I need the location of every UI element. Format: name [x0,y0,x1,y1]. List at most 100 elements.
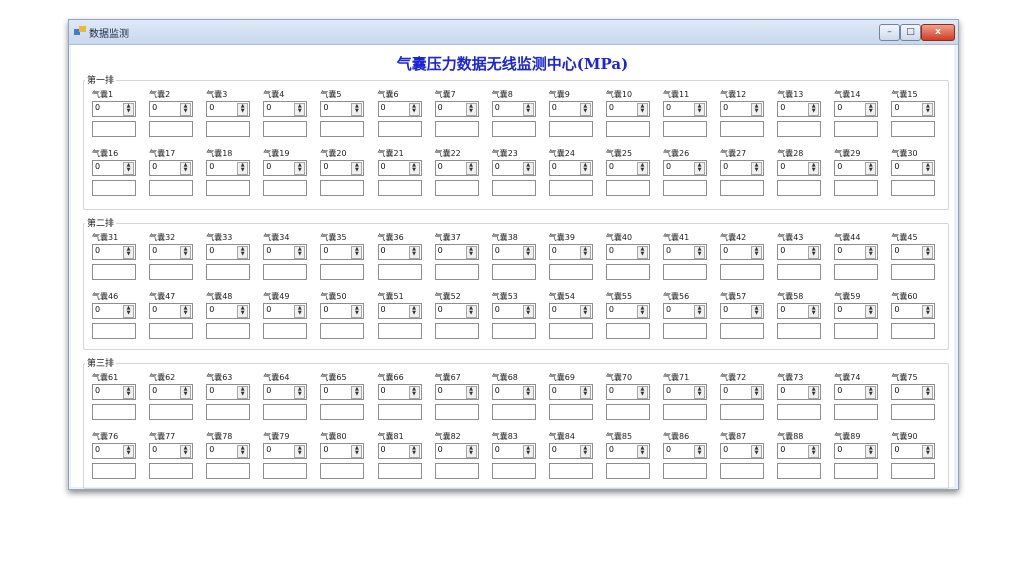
airbag-output-field[interactable] [149,323,194,339]
minimize-button[interactable]: – [879,24,900,41]
airbag-output-field[interactable] [149,121,194,137]
airbag-output-field[interactable] [491,180,536,196]
up-down-arrows-icon[interactable]: ▲ ▼ [294,162,306,175]
airbag-output-field[interactable] [834,121,879,137]
stepper-value[interactable]: 0 [495,305,500,314]
up-down-arrows-icon[interactable]: ▲ ▼ [408,246,420,259]
airbag-numeric-stepper[interactable]: 0 ▲ ▼ [548,443,593,459]
airbag-output-field[interactable] [834,180,879,196]
up-down-arrows-icon[interactable]: ▲ ▼ [579,162,591,175]
airbag-numeric-stepper[interactable]: 0 ▲ ▼ [149,303,194,319]
stepper-value[interactable]: 0 [381,103,386,112]
airbag-output-field[interactable] [434,404,479,420]
up-down-arrows-icon[interactable]: ▲ ▼ [522,386,534,399]
up-down-arrows-icon[interactable]: ▲ ▼ [180,246,192,259]
airbag-numeric-stepper[interactable]: 0 ▲ ▼ [605,244,650,260]
airbag-numeric-stepper[interactable]: 0 ▲ ▼ [263,443,308,459]
up-down-arrows-icon[interactable]: ▲ ▼ [123,246,134,259]
airbag-numeric-stepper[interactable]: 0 ▲ ▼ [720,244,765,260]
airbag-output-field[interactable] [834,323,879,339]
up-down-arrows-icon[interactable]: ▲ ▼ [522,445,534,458]
airbag-output-field[interactable] [320,264,365,280]
stepper-value[interactable]: 0 [780,162,785,171]
up-down-arrows-icon[interactable]: ▲ ▼ [636,305,648,318]
airbag-output-field[interactable] [491,323,536,339]
airbag-output-field[interactable] [663,121,707,137]
up-down-arrows-icon[interactable]: ▲ ▼ [408,162,420,175]
airbag-output-field[interactable] [720,463,765,479]
airbag-output-field[interactable] [491,404,536,420]
airbag-output-field[interactable] [548,264,593,280]
airbag-output-field[interactable] [777,180,822,196]
up-down-arrows-icon[interactable]: ▲ ▼ [636,246,648,259]
airbag-numeric-stepper[interactable]: 0 ▲ ▼ [206,101,251,117]
stepper-value[interactable]: 0 [438,445,443,454]
up-down-arrows-icon[interactable]: ▲ ▼ [237,162,249,175]
airbag-output-field[interactable] [834,404,879,420]
stepper-value[interactable]: 0 [266,386,271,395]
up-down-arrows-icon[interactable]: ▲ ▼ [465,445,477,458]
airbag-numeric-stepper[interactable]: 0 ▲ ▼ [92,443,136,459]
airbag-output-field[interactable] [720,323,765,339]
up-down-arrows-icon[interactable]: ▲ ▼ [694,162,705,175]
airbag-numeric-stepper[interactable]: 0 ▲ ▼ [891,160,936,176]
stepper-value[interactable]: 0 [894,246,899,255]
airbag-output-field[interactable] [92,264,136,280]
airbag-output-field[interactable] [377,463,422,479]
airbag-numeric-stepper[interactable]: 0 ▲ ▼ [605,443,650,459]
airbag-numeric-stepper[interactable]: 0 ▲ ▼ [548,303,593,319]
airbag-output-field[interactable] [377,404,422,420]
up-down-arrows-icon[interactable]: ▲ ▼ [922,162,934,175]
up-down-arrows-icon[interactable]: ▲ ▼ [865,246,877,259]
airbag-numeric-stepper[interactable]: 0 ▲ ▼ [605,303,650,319]
airbag-numeric-stepper[interactable]: 0 ▲ ▼ [92,384,136,400]
airbag-output-field[interactable] [777,463,822,479]
up-down-arrows-icon[interactable]: ▲ ▼ [237,246,249,259]
stepper-value[interactable]: 0 [609,305,614,314]
up-down-arrows-icon[interactable]: ▲ ▼ [636,103,648,116]
stepper-value[interactable]: 0 [266,162,271,171]
stepper-value[interactable]: 0 [266,103,271,112]
airbag-output-field[interactable] [834,264,879,280]
airbag-numeric-stepper[interactable]: 0 ▲ ▼ [548,384,593,400]
stepper-value[interactable]: 0 [495,246,500,255]
stepper-value[interactable]: 0 [323,386,328,395]
airbag-output-field[interactable] [149,404,194,420]
airbag-numeric-stepper[interactable]: 0 ▲ ▼ [263,160,308,176]
up-down-arrows-icon[interactable]: ▲ ▼ [579,103,591,116]
stepper-value[interactable]: 0 [723,445,728,454]
airbag-output-field[interactable] [605,121,650,137]
airbag-output-field[interactable] [320,463,365,479]
airbag-output-field[interactable] [320,121,365,137]
up-down-arrows-icon[interactable]: ▲ ▼ [808,246,820,259]
airbag-output-field[interactable] [891,404,936,420]
up-down-arrows-icon[interactable]: ▲ ▼ [751,103,763,116]
airbag-numeric-stepper[interactable]: 0 ▲ ▼ [663,443,707,459]
up-down-arrows-icon[interactable]: ▲ ▼ [808,103,820,116]
stepper-value[interactable]: 0 [209,386,214,395]
airbag-output-field[interactable] [206,264,251,280]
stepper-value[interactable]: 0 [152,246,157,255]
up-down-arrows-icon[interactable]: ▲ ▼ [751,386,763,399]
up-down-arrows-icon[interactable]: ▲ ▼ [294,386,306,399]
stepper-value[interactable]: 0 [95,162,100,171]
airbag-numeric-stepper[interactable]: 0 ▲ ▼ [777,303,822,319]
stepper-value[interactable]: 0 [381,445,386,454]
up-down-arrows-icon[interactable]: ▲ ▼ [751,246,763,259]
airbag-numeric-stepper[interactable]: 0 ▲ ▼ [206,384,251,400]
stepper-value[interactable]: 0 [837,386,842,395]
airbag-output-field[interactable] [263,264,308,280]
up-down-arrows-icon[interactable]: ▲ ▼ [294,305,306,318]
airbag-numeric-stepper[interactable]: 0 ▲ ▼ [377,443,422,459]
up-down-arrows-icon[interactable]: ▲ ▼ [922,445,934,458]
airbag-output-field[interactable] [777,404,822,420]
airbag-output-field[interactable] [92,404,136,420]
stepper-value[interactable]: 0 [552,386,557,395]
up-down-arrows-icon[interactable]: ▲ ▼ [522,162,534,175]
airbag-output-field[interactable] [263,180,308,196]
stepper-value[interactable]: 0 [666,103,671,112]
airbag-numeric-stepper[interactable]: 0 ▲ ▼ [92,160,136,176]
airbag-output-field[interactable] [263,121,308,137]
airbag-output-field[interactable] [320,404,365,420]
stepper-value[interactable]: 0 [780,103,785,112]
